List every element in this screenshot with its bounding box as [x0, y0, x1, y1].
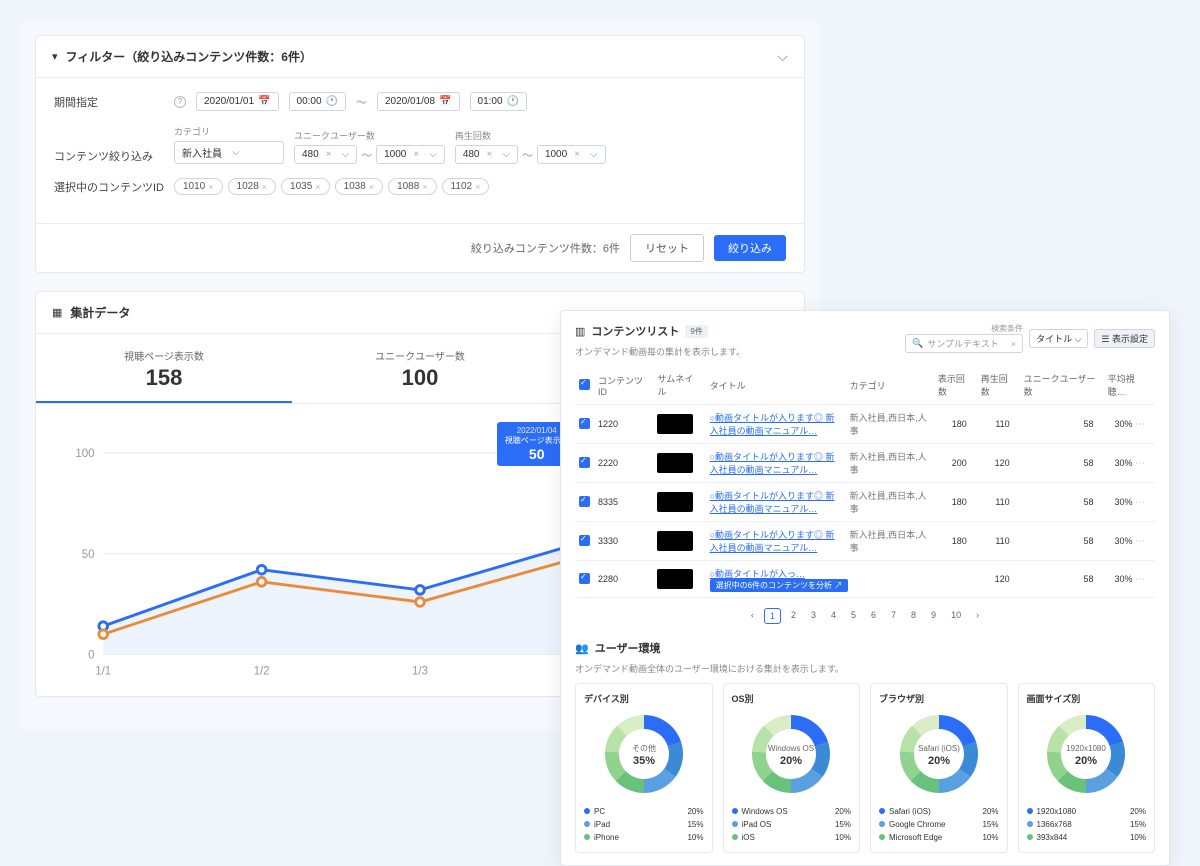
reset-button[interactable]: リセット	[630, 234, 704, 262]
chip-list: 1010 × 1028 ×1035 × 1038 ×1088 × 1102 ×	[174, 178, 489, 195]
period-label: 期間指定	[54, 94, 164, 110]
table-row[interactable]: 2220○動画タイトルが入ります◎ 新入社員の動画マニュアル…新入社員,西日本,…	[575, 444, 1155, 483]
sort-select[interactable]: タイトル ⌵	[1029, 329, 1088, 348]
svg-text:Safari (iOS): Safari (iOS)	[918, 744, 960, 753]
time-from-input[interactable]: 00:00 🕐	[289, 92, 346, 111]
svg-text:1920x1080: 1920x1080	[1066, 744, 1106, 753]
play-to-input[interactable]: 1000×	[537, 145, 606, 164]
search-input[interactable]: 🔍 サンプルテキスト×	[905, 334, 1023, 353]
content-id-chip[interactable]: 1035 ×	[281, 178, 330, 195]
content-list-panel: ▥ コンテンツリスト 9件 オンデマンド動画毎の集計を表示します。 検索条件 🔍…	[560, 310, 1170, 866]
env-title: ユーザー環境	[595, 640, 661, 656]
svg-text:20%: 20%	[928, 755, 950, 767]
pagination[interactable]: ‹12345678910›	[575, 608, 1155, 624]
chevron-down-icon[interactable]: ⌵	[777, 48, 788, 65]
uu-from-input[interactable]: 480×	[294, 145, 357, 164]
filter-icon: ▾	[52, 50, 58, 63]
play-from-input[interactable]: 480×	[455, 145, 518, 164]
table-row[interactable]: 2280○動画タイトルが入っ… 選択中の6件のコンテンツを分析 ↗1205830…	[575, 561, 1155, 598]
donut-card: ブラウザ別 Safari (iOS) 20% Safari (iOS)20%Go…	[870, 683, 1008, 853]
svg-text:20%: 20%	[780, 755, 802, 767]
clock-icon: 🕐	[507, 96, 519, 107]
svg-text:1/2: 1/2	[254, 666, 270, 678]
table-row[interactable]: 1220○動画タイトルが入ります◎ 新入社員の動画マニュアル…新入社員,西日本,…	[575, 405, 1155, 444]
content-id-chip[interactable]: 1102 ×	[442, 178, 490, 195]
content-id-chip[interactable]: 1088 ×	[388, 178, 437, 195]
table-row[interactable]: 3330○動画タイトルが入ります◎ 新入社員の動画マニュアル…新入社員,西日本,…	[575, 522, 1155, 561]
grid-icon: ▦	[52, 306, 62, 319]
result-count: 絞り込みコンテンツ件数：6件	[471, 240, 620, 256]
date-from-input[interactable]: 2020/01/01 📅	[196, 92, 279, 111]
calendar-icon: 📅	[439, 96, 451, 107]
donut-card: デバイス別 その他 35% PC20%iPad15%iPhone10%	[575, 683, 713, 853]
users-icon: 👥	[575, 642, 589, 655]
svg-text:Windows OS: Windows OS	[768, 744, 814, 753]
table-row[interactable]: 8335○動画タイトルが入ります◎ 新入社員の動画マニュアル…新入社員,西日本,…	[575, 483, 1155, 522]
svg-text:その他: その他	[632, 743, 656, 753]
uu-to-input[interactable]: 1000×	[376, 145, 445, 164]
donut-card: 画面サイズ別 1920x1080 20% 1920x108020%1366x76…	[1018, 683, 1156, 853]
content-id-chip[interactable]: 1028 ×	[228, 178, 277, 195]
selected-id-label: 選択中のコンテンツID	[54, 179, 164, 195]
tab-pageviews[interactable]: 視聴ページ表示数 158	[36, 334, 292, 403]
svg-text:50: 50	[82, 549, 95, 561]
category-select[interactable]: 新入社員	[174, 141, 284, 164]
clock-icon: 🕐	[326, 96, 338, 107]
svg-text:35%: 35%	[633, 755, 655, 767]
svg-text:0: 0	[88, 650, 94, 662]
content-list-title: コンテンツリスト	[591, 323, 679, 339]
date-to-input[interactable]: 2020/01/08 📅	[377, 92, 460, 111]
svg-text:20%: 20%	[1075, 755, 1097, 767]
filter-card: ▾ フィルター（絞り込みコンテンツ件数：6件） ⌵ 期間指定 ? 2020/01…	[35, 35, 805, 273]
svg-text:1/3: 1/3	[412, 666, 428, 678]
calendar-icon: 📅	[258, 96, 270, 107]
svg-text:1/1: 1/1	[95, 666, 111, 678]
narrow-label: コンテンツ絞り込み	[54, 148, 164, 164]
display-settings-button[interactable]: ☰ 表示設定	[1094, 329, 1155, 348]
content-id-chip[interactable]: 1010 ×	[174, 178, 223, 195]
content-table: コンテンツIDサムネイルタイトルカテゴリ表示回数再生回数ユニークユーザー数平均視…	[575, 366, 1155, 598]
tab-unique-users[interactable]: ユニークユーザー数 100	[292, 334, 548, 403]
content-id-chip[interactable]: 1038 ×	[335, 178, 384, 195]
count-badge: 9件	[685, 325, 707, 338]
filter-title: フィルター（絞り込みコンテンツ件数：6件）	[66, 48, 312, 65]
donut-card: OS別 Windows OS 20% Windows OS20%iPad OS1…	[723, 683, 861, 853]
list-icon: ▥	[575, 325, 585, 338]
summary-title: 集計データ	[70, 304, 130, 321]
time-to-input[interactable]: 01:00 🕐	[470, 92, 527, 111]
info-icon[interactable]: ?	[174, 96, 186, 108]
apply-button[interactable]: 絞り込み	[714, 235, 786, 261]
svg-text:100: 100	[75, 448, 94, 460]
